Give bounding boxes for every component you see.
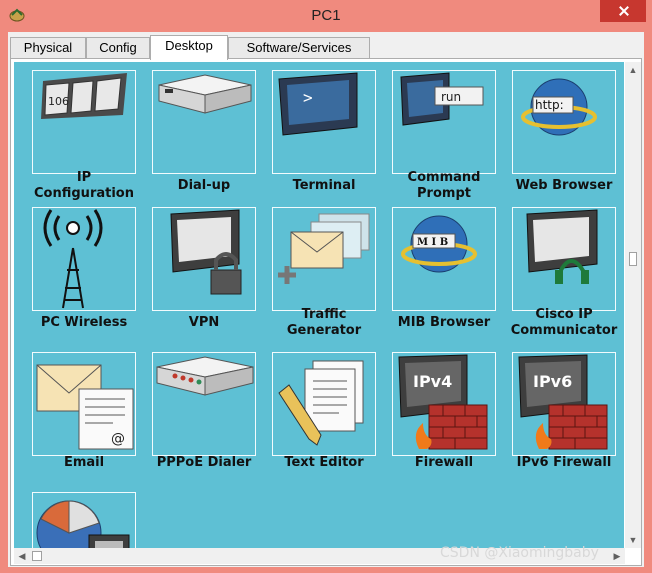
watermark-text: CSDN @Xiaomingbaby [440, 545, 599, 561]
vertical-scrollbar[interactable]: ▲ ▼ [625, 62, 641, 548]
svg-text:IPv6: IPv6 [533, 372, 572, 391]
scroll-up-icon[interactable]: ▲ [625, 62, 641, 78]
pie-chart-app-tile[interactable] [32, 492, 136, 548]
svg-text:106: 106 [48, 95, 69, 108]
text-editor-tile[interactable] [272, 352, 376, 456]
command-prompt-label: Command Prompt [407, 170, 481, 201]
tab-physical[interactable]: Physical [10, 37, 86, 59]
command-prompt-tile[interactable]: run [392, 70, 496, 174]
ip-configuration-icon: 106 [41, 73, 127, 119]
traffic-generator-tile[interactable] [272, 207, 376, 311]
mib-browser-tile[interactable]: M I B [392, 207, 496, 311]
traffic-generator-icon [278, 213, 370, 284]
ip-configuration-label: IP Configuration [34, 170, 134, 201]
firewall-icon: IPv4 [398, 354, 488, 450]
svg-text:run: run [441, 90, 461, 104]
vertical-scroll-thumb[interactable] [629, 252, 637, 266]
svg-text:@: @ [111, 431, 125, 447]
email-label: Email [63, 455, 105, 470]
dial-up-label: Dial-up [177, 178, 231, 193]
text-editor-label: Text Editor [284, 455, 364, 470]
email-icon: @ [36, 364, 134, 450]
firewall-label: Firewall [414, 455, 474, 470]
vpn-tile[interactable] [152, 207, 256, 311]
web-browser-tile[interactable]: http: [512, 70, 616, 174]
tab-desktop[interactable]: Desktop [150, 35, 228, 60]
ipv6-firewall-tile[interactable]: IPv6 [512, 352, 616, 456]
svg-text:M I B: M I B [417, 237, 448, 248]
mib-browser-icon: M I B [401, 215, 477, 273]
text-editor-icon [278, 360, 364, 446]
firewall-tile[interactable]: IPv4 [392, 352, 496, 456]
pc-wireless-label: PC Wireless [40, 315, 128, 330]
svg-text:http:: http: [535, 98, 564, 112]
tab-config[interactable]: Config [86, 37, 150, 59]
web-browser-icon: http: [521, 78, 597, 136]
terminal-label: Terminal [292, 178, 356, 193]
vpn-label: VPN [188, 315, 220, 330]
close-button[interactable] [600, 0, 646, 22]
pppoe-dialer-label: PPPoE Dialer [156, 455, 252, 470]
ipv6-firewall-label: IPv6 Firewall [516, 455, 612, 470]
command-prompt-icon: run [400, 72, 484, 126]
email-tile[interactable]: @ [32, 352, 136, 456]
application-window: PC1 Physical Config Desktop Software/Ser… [0, 0, 652, 573]
modem-icon [158, 74, 252, 114]
pppoe-dialer-tile[interactable] [152, 352, 256, 456]
window-title: PC1 [311, 7, 341, 24]
cisco-ip-communicator-label: Cisco IP Communicator [510, 307, 618, 338]
web-browser-label: Web Browser [515, 178, 613, 193]
ip-configuration-tile[interactable]: 106 [32, 70, 136, 174]
ip-communicator-icon [526, 209, 598, 284]
tab-software-services[interactable]: Software/Services [228, 37, 370, 59]
scroll-left-icon[interactable]: ◀ [14, 548, 30, 564]
pppoe-dialer-icon [156, 356, 254, 396]
main-frame: Physical Config Desktop Software/Service… [8, 32, 644, 567]
terminal-icon: > [278, 72, 358, 136]
mib-browser-label: MIB Browser [397, 315, 491, 330]
dial-up-tile[interactable] [152, 70, 256, 174]
vpn-lock-icon [170, 209, 242, 295]
pc-wireless-tile[interactable] [32, 207, 136, 311]
svg-text:IPv4: IPv4 [413, 372, 452, 391]
scroll-down-icon[interactable]: ▼ [625, 532, 641, 548]
wireless-tower-icon [43, 209, 103, 309]
title-bar: PC1 [0, 0, 652, 32]
horizontal-scroll-thumb[interactable] [32, 551, 42, 561]
svg-text:>: > [303, 88, 313, 107]
traffic-generator-label: Traffic Generator [286, 307, 362, 338]
desktop-area: 106 IP Configuration Dial-up > Terminal … [14, 62, 624, 548]
pie-chart-icon [36, 500, 130, 548]
scroll-right-icon[interactable]: ▶ [609, 548, 625, 564]
ipv6-firewall-icon: IPv6 [518, 354, 608, 450]
terminal-tile[interactable]: > [272, 70, 376, 174]
desktop-panel: 106 IP Configuration Dial-up > Terminal … [10, 58, 642, 566]
cisco-ip-communicator-tile[interactable] [512, 207, 616, 311]
